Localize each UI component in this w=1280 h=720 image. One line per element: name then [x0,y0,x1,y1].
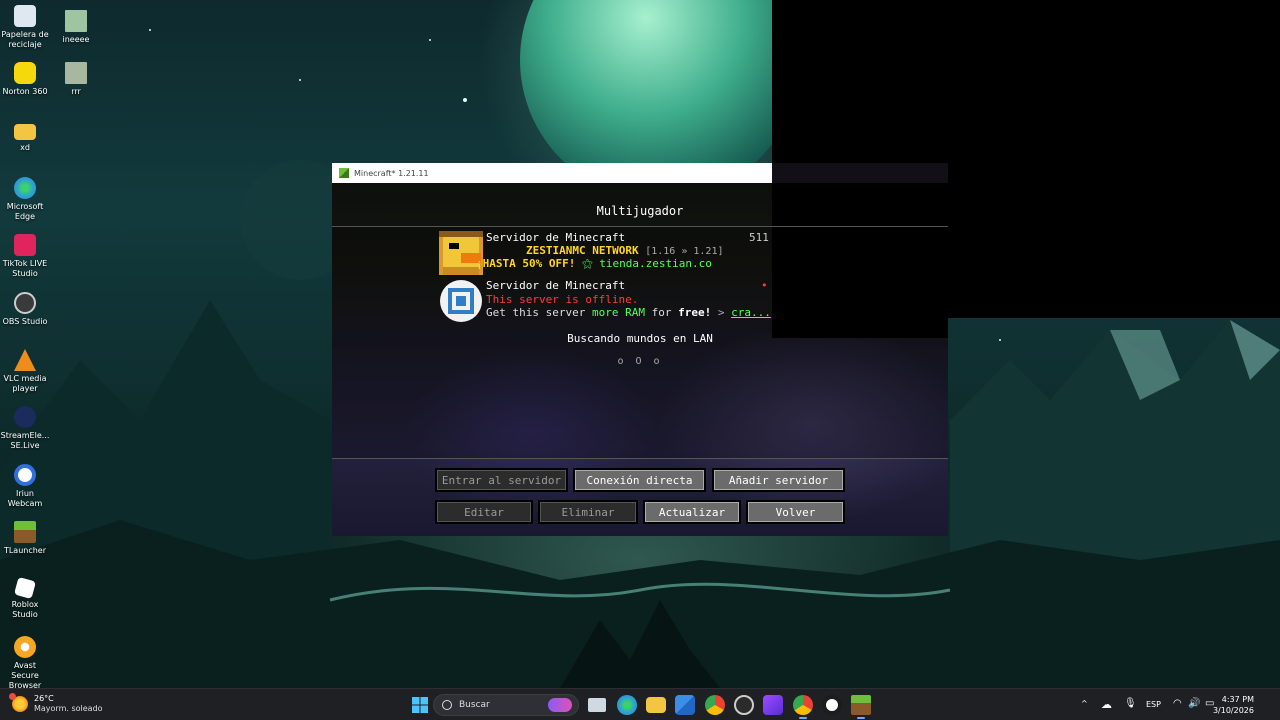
promo-text: Get this server [486,306,586,319]
microphone-icon[interactable]: 🎙 [1124,698,1137,709]
motd-store-link: ⚝ tienda.zestian.co [581,257,712,270]
page-title: Multijugador [596,204,684,218]
iriun-taskbar-icon[interactable] [822,695,842,715]
sun-icon [9,693,28,712]
window-title: Minecraft* 1.21.11 [354,168,429,178]
windows-logo-icon [412,697,428,713]
avast-secure-browser-icon [14,636,36,658]
server-list[interactable]: Servidor de Minecraft 511 ZESTIANMC NETW… [332,226,948,459]
desktop-icon-edge[interactable]: Microsoft Edge [0,177,50,222]
tiktok-live-studio-icon [14,234,36,256]
back-button[interactable]: Volver [746,500,845,524]
desktop-icon-tiktok-live[interactable]: TikTok LIVE Studio [0,234,50,279]
active-app-indicator [857,717,865,719]
rrr-file-icon [65,62,87,84]
weather-temp: 26°C [34,694,54,703]
language-indicator[interactable]: ESP [1146,700,1161,709]
taskbar: 26°C Mayorm. soleado Buscar ^ ☁ 🎙 ESP ◠ … [0,688,1280,720]
clock-date: 3/10/2026 [1212,706,1254,715]
refresh-button[interactable]: Actualizar [643,500,741,524]
microsoft-store-icon[interactable] [675,695,695,715]
taskbar-clock[interactable]: 4:37 PM 3/10/2026 [1213,694,1254,716]
desktop-icon-obs[interactable]: OBS Studio [0,292,50,327]
cube-server-icon [440,280,482,322]
file-explorer-icon[interactable] [646,697,666,713]
desktop-icon-roblox-studio[interactable]: Roblox Studio [0,576,50,620]
desktop-icon-vlc[interactable]: VLC media player [0,349,50,394]
motd-promo: ¡HASTA 50% OFF! [476,257,576,270]
server-name: Servidor de Minecraft [486,279,626,292]
recycle-bin-icon [14,5,36,27]
desktop-icon-tlauncher[interactable]: TLauncher [0,521,50,556]
vlc-media-player-icon [14,349,36,371]
search-placeholder: Buscar [459,700,490,710]
delete-button[interactable]: Eliminar [538,500,638,524]
edge-taskbar-icon[interactable] [617,695,637,715]
desktop-icon-norton[interactable]: Norton 360 [0,62,50,97]
tlauncher-icon [14,521,36,543]
desktop-icon-ineeee[interactable]: ineeee [51,10,101,45]
desktop-icon-xd[interactable]: xd [0,120,50,153]
promo-text: for [651,306,672,319]
wifi-icon[interactable]: ◠ [1173,698,1182,709]
server-motd-line-1: ZESTIANMC NETWORK [1.16 » 1.21] [526,244,724,257]
desktop-icon-rrr[interactable]: rrr [51,62,101,97]
player-count: 511 [749,231,769,244]
onedrive-cloud-icon[interactable]: ☁ [1101,698,1112,711]
server-entry-offline[interactable]: Servidor de Minecraft • This server is o… [439,279,779,323]
ineeee-file-icon [65,10,87,32]
motd-version-range: [1.16 » 1.21] [645,246,724,257]
offline-message: This server is offline. [486,293,639,306]
weather-widget[interactable]: 26°C Mayorm. soleado [9,693,103,714]
chrome-icon[interactable] [705,695,725,715]
clock-time: 4:37 PM [1221,695,1254,704]
server-name: Servidor de Minecraft [486,231,626,244]
join-server-button[interactable]: Entrar al servidor [435,468,568,492]
taskbar-search[interactable]: Buscar [433,694,579,716]
promo-arrow: > [717,306,725,319]
roblox-studio-icon [13,576,37,600]
task-view-icon[interactable] [588,698,606,712]
notification-badge [9,693,16,700]
server-entry-zestianmc[interactable]: Servidor de Minecraft 511 ZESTIANMC NETW… [439,231,779,275]
active-app-indicator [799,717,807,719]
direct-connect-button[interactable]: Conexión directa [573,468,706,492]
desktop-icon-streamelements[interactable]: StreamEle... SE.Live [0,406,50,451]
obs-studio-icon [14,292,36,314]
promo-link[interactable]: cra... [731,306,771,319]
server-promo-line: Get this server more RAM for free! > cra… [486,306,771,319]
tray-overflow-chevron-icon[interactable]: ^ [1081,699,1088,708]
add-server-button[interactable]: Añadir servidor [712,468,845,492]
microsoft-edge-icon [14,177,36,199]
chrome-profile-icon[interactable] [793,695,813,715]
copilot-icon [548,698,572,712]
server-motd-line-2: ¡HASTA 50% OFF! ⚝ tienda.zestian.co [476,257,712,271]
purple-app-icon[interactable] [763,695,783,715]
lan-search-label: Buscando mundos en LAN [567,332,713,345]
promo-free: free! [678,306,712,319]
motd-network-name: ZESTIANMC NETWORK [526,244,639,257]
minecraft-grass-block-icon [339,168,349,178]
streamelements-icon [14,406,36,428]
volume-icon[interactable]: 🔊 [1188,698,1200,709]
search-icon [442,700,452,710]
minecraft-window[interactable]: Minecraft* 1.21.11 Multijugador Servidor… [332,163,948,536]
desktop-icon-recycle-bin[interactable]: Papelera de reciclaje [0,5,50,50]
edit-button[interactable]: Editar [435,500,533,524]
offline-indicator-icon: • [761,279,768,292]
weather-condition: Mayorm. soleado [34,704,103,713]
desktop-icon-iriun[interactable]: Iriun Webcam [0,464,50,509]
norton-360-icon [14,62,36,84]
desktop-icon-avast-browser[interactable]: Avast Secure Browser [0,636,50,691]
start-button[interactable] [410,695,430,715]
obs-taskbar-icon[interactable] [734,695,754,715]
lan-search-spinner: o O o [617,356,663,367]
promo-highlight: more RAM [591,306,645,319]
window-title-bar[interactable]: Minecraft* 1.21.11 [332,163,772,183]
folder-icon [14,124,36,140]
iriun-webcam-icon [14,464,36,486]
minecraft-taskbar-icon[interactable] [851,695,871,715]
multiplayer-screen: Multijugador Servidor de Minecraft 511 Z… [332,183,948,536]
